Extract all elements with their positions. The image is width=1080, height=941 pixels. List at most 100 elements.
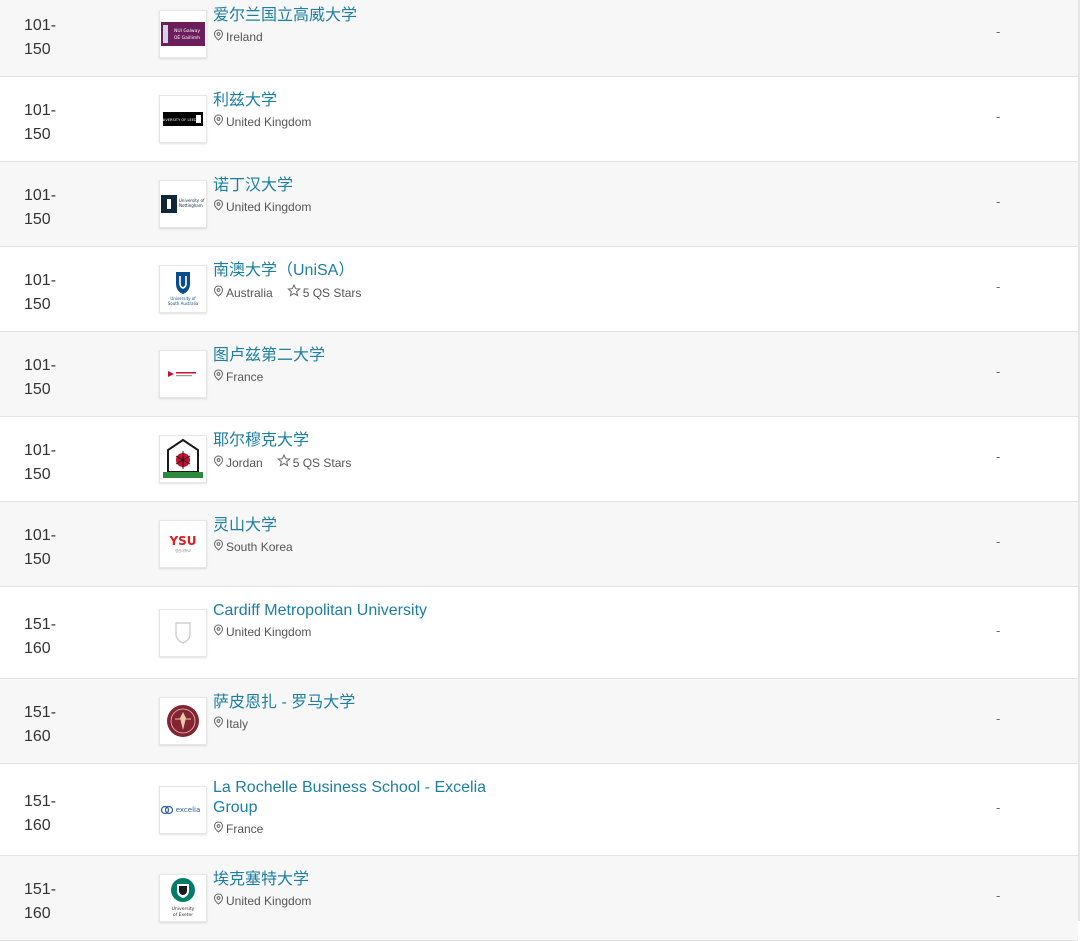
qs-stars: 5 QS Stars (286, 283, 362, 301)
university-logo[interactable]: YSU 영산대학교 (159, 520, 207, 568)
university-logo[interactable]: excelia (159, 786, 207, 834)
university-logo[interactable] (159, 609, 207, 657)
rank-label: 101- 150 (24, 17, 57, 58)
university-name-link[interactable]: 爱尔兰国立高威大学 (213, 6, 513, 26)
university-logo[interactable] (159, 697, 207, 745)
university-name-link[interactable]: Cardiff Metropolitan University (213, 601, 513, 621)
sapienza-logo-icon (165, 703, 201, 739)
university-name-link[interactable]: 图卢兹第二大学 (213, 346, 513, 366)
university-name-link[interactable]: 灵山大学 (213, 516, 513, 536)
university-logo[interactable]: University of Exeter (159, 874, 207, 922)
ranking-row: 151- 160 University of Exeter 埃克塞特大学 Uni… (0, 856, 1078, 941)
university-meta: Italy (213, 716, 513, 732)
score-value: - (996, 800, 1001, 815)
rank-label: 101- 150 (24, 442, 57, 483)
rank-label: 151- 160 (24, 704, 57, 745)
university-logo[interactable]: University of South Australia (159, 265, 207, 313)
score-value: - (996, 364, 1001, 379)
university-info: 南澳大学（UniSA） Australia 5 QS Stars (213, 261, 513, 301)
score-value: - (996, 194, 1001, 209)
country-label: France (226, 822, 264, 836)
svg-text:Nottingham: Nottingham (179, 203, 203, 208)
rank-label: 101- 150 (24, 357, 57, 398)
location: United Kingdom (213, 624, 311, 640)
ranking-row: 101- 150 YSU 영산대학교 灵山大学 South Korea - (0, 502, 1078, 587)
university-logo[interactable]: UNIVERSITY OF LEEDS (159, 95, 207, 143)
rank-label: 151- 160 (24, 881, 57, 922)
university-logo[interactable] (159, 350, 207, 398)
university-info: 爱尔兰国立高威大学 Ireland (213, 6, 513, 45)
location: France (213, 369, 263, 385)
university-meta: Australia 5 QS Stars (213, 283, 513, 301)
university-meta: United Kingdom (213, 199, 513, 215)
university-info: Cardiff Metropolitan University United K… (213, 601, 513, 640)
svg-text:of Exeter: of Exeter (173, 912, 193, 918)
university-logo[interactable]: NUI Galway OÉ Gaillimh (159, 10, 207, 58)
svg-text:University: University (172, 906, 195, 912)
location-pin-icon (213, 199, 226, 215)
university-meta: France (213, 821, 513, 837)
location: Ireland (213, 29, 263, 45)
university-name-link[interactable]: La Rochelle Business School - Excelia Gr… (213, 778, 513, 818)
ranking-row: 151- 160 萨皮恩扎 - 罗马大学 Italy - (0, 679, 1078, 764)
university-ranking-list: 101- 150 NUI Galway OÉ Gaillimh 爱尔兰国立高威大… (0, 0, 1078, 941)
university-logo[interactable]: University of Nottingham (159, 180, 207, 228)
ranking-row: 101- 150 图卢兹第二大学 France - (0, 332, 1078, 417)
university-info: 灵山大学 South Korea (213, 516, 513, 555)
ranking-row: 101- 150 UNIVERSITY OF LEEDS 利兹大学 United… (0, 77, 1078, 162)
university-meta: Jordan 5 QS Stars (213, 453, 513, 471)
country-label: United Kingdom (226, 200, 312, 214)
university-name-link[interactable]: 利兹大学 (213, 91, 513, 111)
country-label: South Korea (226, 540, 293, 554)
qs-stars-label: 5 QS Stars (302, 285, 362, 300)
university-meta: United Kingdom (213, 624, 513, 640)
score-value: - (996, 279, 1001, 294)
yarmouk-logo-icon (160, 436, 206, 482)
score-value: - (996, 888, 1001, 903)
university-name-link[interactable]: 诺丁汉大学 (213, 176, 513, 196)
location-pin-icon (213, 893, 226, 909)
nottingham-logo-icon: University of Nottingham (161, 193, 205, 215)
svg-text:UNIVERSITY OF LEEDS: UNIVERSITY OF LEEDS (163, 118, 200, 122)
svg-text:NUI Galway: NUI Galway (174, 28, 200, 34)
university-info: La Rochelle Business School - Excelia Gr… (213, 778, 513, 837)
location: United Kingdom (213, 893, 311, 909)
svg-text:excelia: excelia (176, 806, 201, 814)
university-meta: United Kingdom (213, 114, 513, 130)
star-icon (276, 453, 293, 471)
university-name-link[interactable]: 南澳大学（UniSA） (213, 261, 513, 281)
country-label: Australia (226, 285, 273, 300)
rank-label: 151- 160 (24, 793, 57, 834)
ranking-row: 101- 150 University of Nottingham 诺丁汉大学 … (0, 162, 1078, 247)
university-name-link[interactable]: 耶尔穆克大学 (213, 431, 513, 451)
svg-text:YSU: YSU (168, 534, 196, 548)
university-name-link[interactable]: 萨皮恩扎 - 罗马大学 (213, 693, 513, 713)
university-meta: South Korea (213, 539, 513, 555)
university-logo[interactable] (159, 435, 207, 483)
university-name-link[interactable]: 埃克塞特大学 (213, 870, 513, 890)
location-pin-icon (213, 114, 226, 130)
country-label: Jordan (226, 455, 263, 470)
university-info: 萨皮恩扎 - 罗马大学 Italy (213, 693, 513, 732)
score-value: - (996, 24, 1001, 39)
ranking-row: 101- 150 NUI Galway OÉ Gaillimh 爱尔兰国立高威大… (0, 0, 1078, 77)
star-icon (286, 283, 303, 301)
university-info: 耶尔穆克大学 Jordan 5 QS Stars (213, 431, 513, 471)
location-pin-icon (213, 821, 226, 837)
score-value: - (996, 534, 1001, 549)
svg-text:South Australia: South Australia (168, 301, 199, 306)
rank-label: 151- 160 (24, 616, 57, 657)
university-info: 埃克塞特大学 United Kingdom (213, 870, 513, 909)
university-meta: United Kingdom (213, 893, 513, 909)
ranking-row: 151- 160 excelia La Rochelle Business Sc… (0, 764, 1078, 856)
ysu-logo-icon: YSU 영산대학교 (163, 532, 203, 556)
toulouse-logo-icon (166, 368, 200, 380)
rank-label: 101- 150 (24, 527, 57, 568)
rank-label: 101- 150 (24, 102, 57, 143)
shield-placeholder-icon (173, 621, 193, 645)
location: Australia (213, 284, 273, 301)
score-value: - (996, 623, 1001, 638)
university-info: 诺丁汉大学 United Kingdom (213, 176, 513, 215)
location: Italy (213, 716, 248, 732)
excelia-logo-icon: excelia (160, 802, 206, 818)
